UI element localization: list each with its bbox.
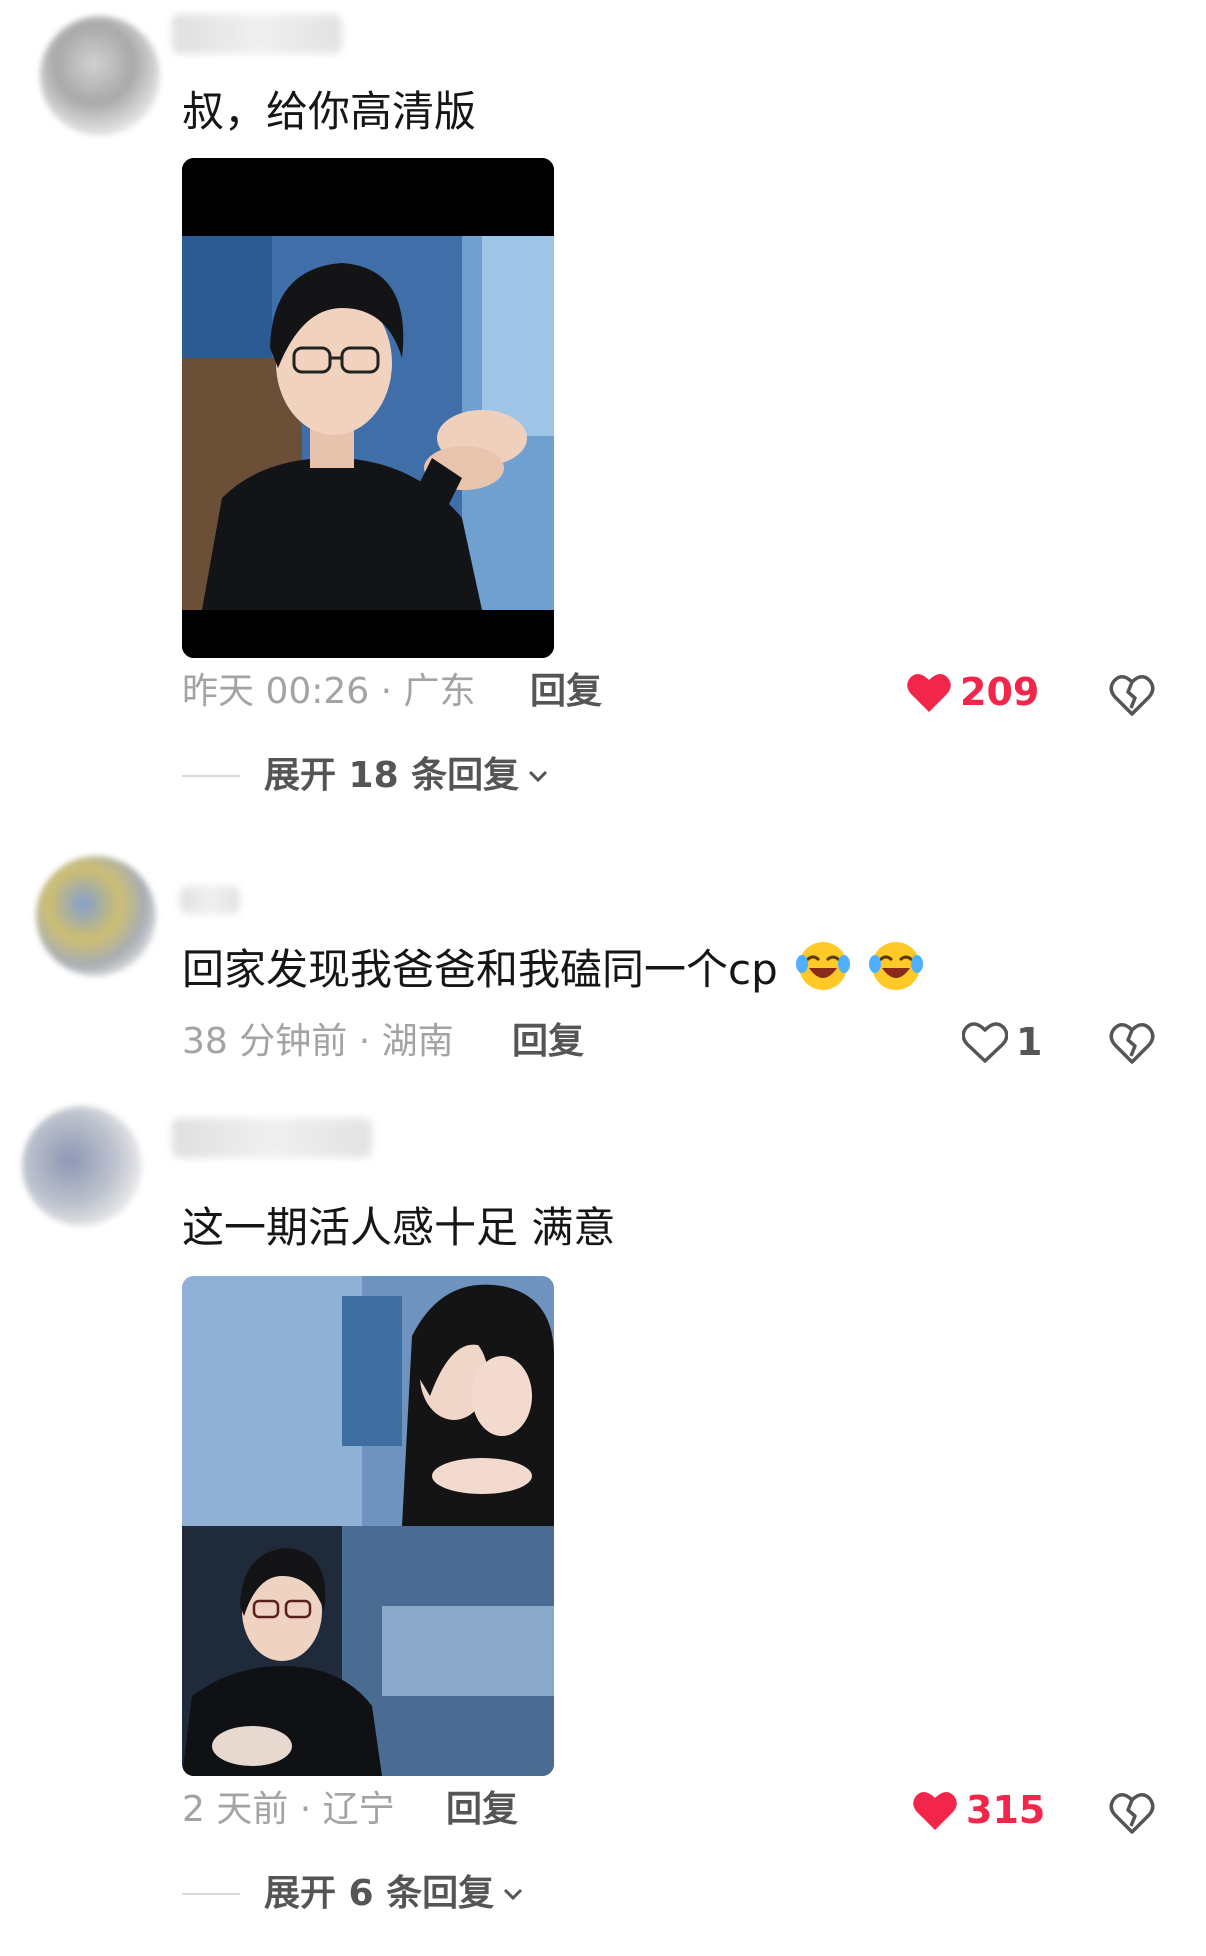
comment-time-location: 昨天 00:26 · 广东 [182, 671, 476, 712]
avatar[interactable] [40, 16, 160, 136]
photo-collage [182, 1276, 554, 1776]
comment-text: 回家发现我爸爸和我磕同一个cp [182, 938, 924, 998]
heart-icon [913, 1791, 957, 1830]
reply-button[interactable]: 回复 [512, 1018, 584, 1066]
like-button[interactable]: 209 [906, 668, 1039, 716]
like-button[interactable]: 315 [912, 1786, 1045, 1834]
like-button[interactable]: 1 [962, 1018, 1042, 1066]
chevron-down-icon [504, 1888, 523, 1901]
expand-replies[interactable]: 展开 6 条回复 [182, 1870, 526, 1918]
avatar[interactable] [22, 1106, 142, 1226]
crying-laughing-emoji [869, 942, 924, 990]
divider-line [182, 1893, 240, 1895]
reply-button[interactable]: 回复 [446, 1786, 518, 1834]
expand-replies-label: 展开 18 条回复 [264, 755, 520, 796]
like-count: 1 [1016, 1020, 1043, 1064]
avatar[interactable] [36, 856, 156, 976]
photo-man-glasses [182, 158, 554, 658]
username-blurred[interactable] [180, 886, 240, 914]
comment-text: 这一期活人感十足 满意 [182, 1203, 616, 1252]
broken-heart-icon[interactable] [1108, 670, 1156, 718]
comment-image[interactable] [182, 158, 554, 658]
heart-icon [962, 1022, 1008, 1063]
expand-replies-label: 展开 6 条回复 [264, 1873, 495, 1914]
crying-laughing-emoji [796, 942, 851, 990]
comment-time-location: 38 分钟前 · 湖南 [182, 1021, 454, 1062]
like-count: 315 [966, 1788, 1046, 1832]
reply-button[interactable]: 回复 [530, 668, 602, 716]
chevron-down-icon [529, 770, 548, 783]
comment-text-content: 回家发现我爸爸和我磕同一个cp [182, 945, 778, 994]
comment-text: 叔，给你高清版 [182, 87, 477, 136]
username-blurred[interactable] [172, 14, 342, 54]
comment-time-location: 2 天前 · 辽宁 [182, 1789, 395, 1830]
broken-heart-icon[interactable] [1108, 1018, 1156, 1066]
heart-icon [907, 673, 951, 712]
expand-replies[interactable]: 展开 18 条回复 [182, 752, 551, 800]
broken-heart-icon[interactable] [1108, 1788, 1156, 1836]
divider-line [182, 775, 240, 777]
comment-image[interactable] [182, 1276, 554, 1776]
username-blurred[interactable] [172, 1118, 372, 1158]
like-count: 209 [960, 670, 1040, 714]
